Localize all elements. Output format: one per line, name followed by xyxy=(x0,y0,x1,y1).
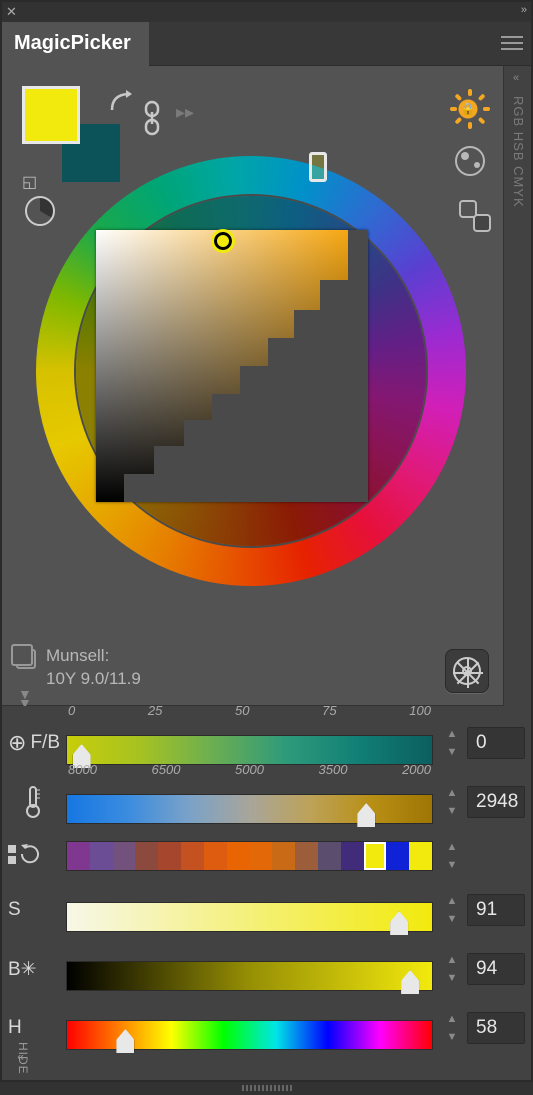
swap-arc-icon[interactable] xyxy=(108,88,136,116)
slider-saturation: S ▲▼ 91 xyxy=(8,885,525,935)
slider-b-thumb[interactable] xyxy=(401,970,419,994)
close-icon[interactable]: ✕ xyxy=(6,4,17,18)
sv-cursor[interactable] xyxy=(214,232,232,250)
slider-s-value[interactable]: 91 xyxy=(467,894,525,926)
slider-fb-steppers[interactable]: ▲▼ xyxy=(445,728,459,758)
swatch-strip-item[interactable] xyxy=(341,842,364,870)
tone-lock-icon[interactable]: 🔒 xyxy=(451,92,485,126)
swatch-strip-item[interactable] xyxy=(135,842,158,870)
mode-side-strip[interactable]: « RGB HSB CMYK xyxy=(503,66,533,706)
slider-b-track[interactable] xyxy=(66,961,433,991)
swatch-strip-item[interactable] xyxy=(318,842,341,870)
add-fb-icon[interactable]: ⊕ xyxy=(8,730,26,756)
swatch-strip-row: ▲▼ xyxy=(8,836,525,876)
slider-b-value[interactable]: 94 xyxy=(467,953,525,985)
link-chain-icon[interactable] xyxy=(142,100,162,136)
chevron-left-icon[interactable]: « xyxy=(513,72,519,84)
swatch-strip-item[interactable] xyxy=(295,842,318,870)
swap-fg-bg-icon[interactable]: ◱ xyxy=(22,172,37,192)
slider-fb-ticks: 0255075100 xyxy=(66,703,433,718)
slider-hue: H ▲▼ 58 xyxy=(8,1003,525,1053)
sliders-panel: ⊕ F/B 0255075100 ▲▼ 0 800065005000350020… xyxy=(0,706,533,1081)
slider-temp-value[interactable]: 2948 xyxy=(467,786,525,818)
slider-fb: ⊕ F/B 0255075100 ▲▼ 0 xyxy=(8,718,525,768)
slider-temp-steppers[interactable]: ▲▼ xyxy=(445,787,459,817)
panel-menu-icon[interactable] xyxy=(501,36,523,50)
slider-temp-thumb[interactable] xyxy=(357,803,375,827)
swatch-strip-item[interactable] xyxy=(386,842,409,870)
slider-s-thumb[interactable] xyxy=(390,911,408,935)
resize-grip[interactable] xyxy=(0,1081,533,1095)
slider-temperature: 80006500500035002000 ▲▼ 2948 xyxy=(8,777,525,827)
copy-color-icon[interactable] xyxy=(16,649,36,669)
slider-temp-track[interactable] xyxy=(66,794,433,824)
slider-b-label: B✳ xyxy=(8,958,37,981)
slider-h-steppers[interactable]: ▲▼ xyxy=(445,1013,459,1043)
swatch-strip-item[interactable] xyxy=(67,842,90,870)
expand-down-icon[interactable]: ▼▼ xyxy=(18,690,32,707)
swatch-strip-item[interactable] xyxy=(90,842,113,870)
munsell-readout: Munsell: 10Y 9.0/11.9 xyxy=(46,645,141,691)
slider-b-steppers[interactable]: ▲▼ xyxy=(445,954,459,984)
color-mode-label: RGB HSB CMYK xyxy=(511,96,526,208)
swatch-strip-item[interactable] xyxy=(227,842,250,870)
swatch-strip-item[interactable] xyxy=(409,842,432,870)
slider-fb-value[interactable]: 0 xyxy=(467,727,525,759)
tab-magicpicker[interactable]: MagicPicker xyxy=(0,22,149,66)
swatch-strip-steppers[interactable]: ▲▼ xyxy=(445,841,459,871)
tab-bar: MagicPicker xyxy=(0,22,533,66)
swatch-strip-item[interactable] xyxy=(250,842,273,870)
fast-forward-icon[interactable]: ▸▸ xyxy=(176,102,194,123)
main-panel: « RGB HSB CMYK ◱ ▸▸ 🔒 xyxy=(0,66,533,706)
swatch-strip-item[interactable] xyxy=(204,842,227,870)
slider-brightness: B✳ ▲▼ 94 xyxy=(8,944,525,994)
foreground-swatch[interactable] xyxy=(22,86,80,144)
slider-fb-track[interactable] xyxy=(66,735,433,765)
history-strip-icon[interactable] xyxy=(8,842,42,866)
slider-h-value[interactable]: 58 xyxy=(467,1012,525,1044)
slider-h-thumb[interactable] xyxy=(116,1029,134,1053)
slider-s-track[interactable] xyxy=(66,902,433,932)
slider-s-label: S xyxy=(8,899,21,921)
swatch-strip-item[interactable] xyxy=(272,842,295,870)
top-strip: ✕ » xyxy=(0,0,533,22)
slider-h-track[interactable] xyxy=(66,1020,433,1050)
slider-fb-label: F/B xyxy=(30,732,60,754)
swatch-strip-item[interactable] xyxy=(364,842,387,870)
hue-ring-handle[interactable] xyxy=(309,152,327,182)
thermometer-icon xyxy=(22,785,44,819)
slider-h-label: H xyxy=(8,1017,22,1039)
hide-panel-tab[interactable]: HIDE xyxy=(2,1042,30,1075)
swatch-strip[interactable] xyxy=(66,841,433,871)
wheel-mode-button[interactable] xyxy=(445,649,489,693)
saturation-value-square[interactable] xyxy=(96,230,368,502)
swatch-strip-item[interactable] xyxy=(158,842,181,870)
swatch-strip-item[interactable] xyxy=(181,842,204,870)
slider-temp-ticks: 80006500500035002000 xyxy=(66,762,433,777)
collapse-chevron-icon[interactable]: » xyxy=(521,4,527,18)
slider-s-steppers[interactable]: ▲▼ xyxy=(445,895,459,925)
swatch-strip-item[interactable] xyxy=(113,842,136,870)
